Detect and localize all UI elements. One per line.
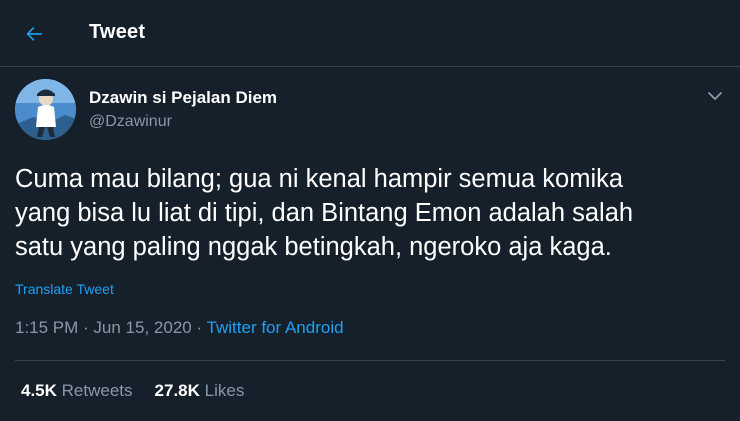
page-title: Tweet <box>89 21 146 43</box>
avatar[interactable] <box>15 79 76 140</box>
tweet-page: Tweet Dzawin si Pejalan Diem @Dzawinur C… <box>0 0 740 421</box>
tweet-time[interactable]: 1:15 PM <box>15 318 78 337</box>
tweet-stats: 4.5K Retweets 27.8K Likes <box>21 381 244 401</box>
tweet-source-link[interactable]: Twitter for Android <box>207 318 344 337</box>
divider <box>15 360 725 361</box>
retweets-count: 4.5K <box>21 381 57 400</box>
back-button[interactable] <box>14 15 54 53</box>
header: Tweet <box>0 0 740 67</box>
likes-label: Likes <box>204 381 245 400</box>
retweets-label: Retweets <box>61 381 133 400</box>
retweets-stat[interactable]: 4.5K Retweets <box>21 381 133 400</box>
translate-tweet-link[interactable]: Translate Tweet <box>15 281 114 297</box>
author-display-name[interactable]: Dzawin si Pejalan Diem <box>89 88 277 108</box>
meta-separator-2: · <box>191 318 207 337</box>
avatar-image <box>15 79 76 140</box>
likes-stat[interactable]: 27.8K Likes <box>155 381 245 400</box>
tweet-meta: 1:15 PM · Jun 15, 2020 · Twitter for And… <box>15 318 344 338</box>
meta-separator: · <box>78 318 94 337</box>
tweet-date[interactable]: Jun 15, 2020 <box>93 318 191 337</box>
more-options-button[interactable] <box>704 86 726 106</box>
likes-count: 27.8K <box>154 381 200 400</box>
author-handle[interactable]: @Dzawinur <box>89 113 172 131</box>
tweet-text: Cuma mau bilang; gua ni kenal hampir sem… <box>15 165 634 261</box>
chevron-down-icon <box>708 91 722 100</box>
arrow-left-icon <box>26 26 42 41</box>
